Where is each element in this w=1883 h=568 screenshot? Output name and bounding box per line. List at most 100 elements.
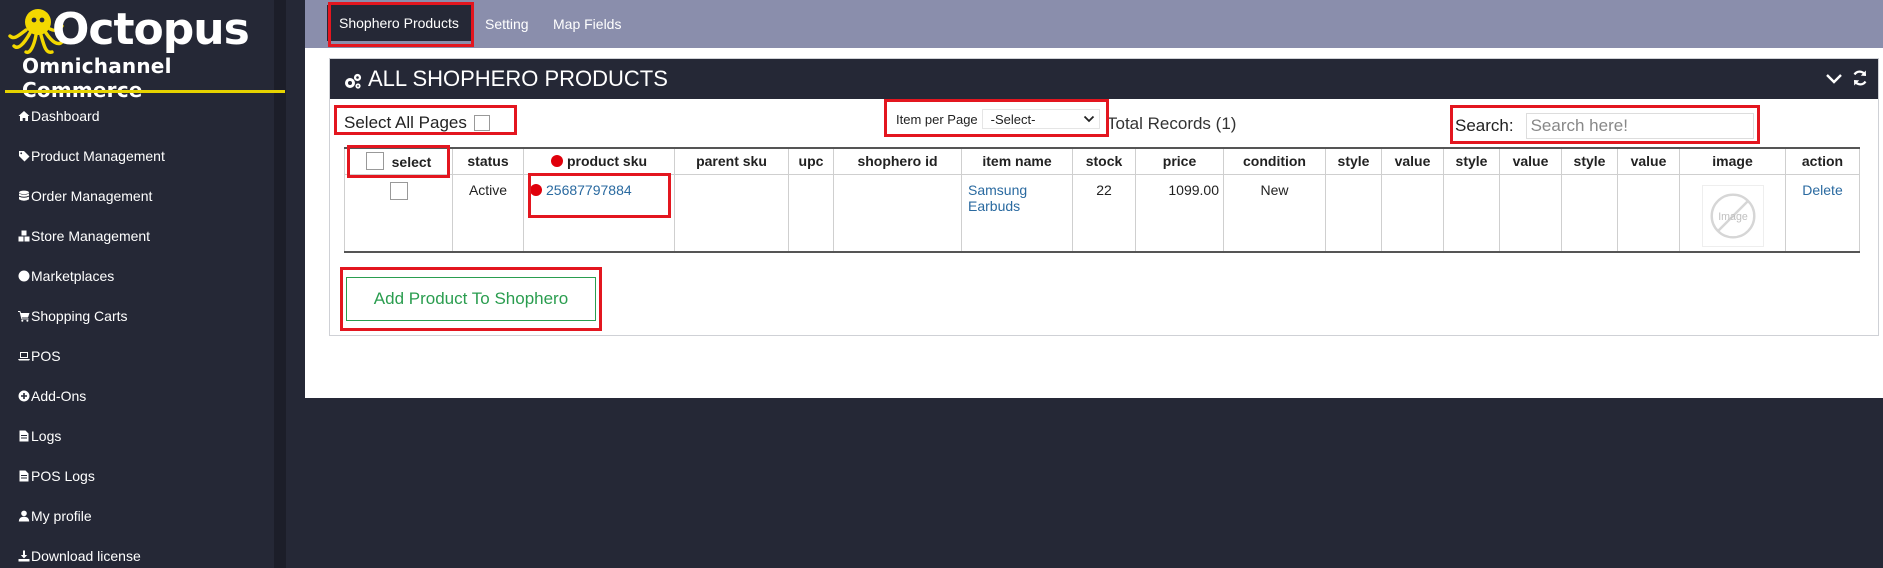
sidebar-item-add-ons[interactable]: Add-Ons xyxy=(0,376,286,416)
sidebar-item-label: Shopping Carts xyxy=(31,308,128,324)
sidebar-item-label: Product Management xyxy=(31,148,165,164)
select-all-pages-checkbox[interactable] xyxy=(473,115,490,131)
gears-icon xyxy=(345,73,362,89)
th-shophero-id[interactable]: shophero id xyxy=(833,147,962,175)
tab-setting[interactable]: Setting xyxy=(485,0,529,48)
sidebar: Octopus Omnichannel Commerce Dashboard P… xyxy=(0,0,286,568)
top-tab-bar: Shophero Products Setting Map Fields xyxy=(305,0,1883,48)
th-style-1: style xyxy=(1325,147,1382,175)
sidebar-item-label: Marketplaces xyxy=(31,268,115,284)
status-dot xyxy=(530,183,542,196)
cell-select xyxy=(344,173,453,253)
product-sku-link[interactable]: 25687797884 xyxy=(546,182,632,198)
sidebar-item-shopping-carts[interactable]: Shopping Carts xyxy=(0,296,286,336)
sidebar-item-label: Logs xyxy=(31,428,62,444)
svg-text:Image: Image xyxy=(1718,210,1748,222)
file-icon xyxy=(19,430,29,442)
delete-link[interactable]: Delete xyxy=(1802,182,1842,198)
cell-style-3 xyxy=(1561,173,1618,253)
products-table: select status product sku parent sku upc… xyxy=(344,147,1860,253)
download-icon xyxy=(18,550,30,562)
globe-icon xyxy=(18,270,30,282)
th-stock[interactable]: stock xyxy=(1072,147,1136,175)
sidebar-item-order-management[interactable]: Order Management xyxy=(0,176,286,216)
cell-action: Delete xyxy=(1785,173,1860,253)
th-image: image xyxy=(1679,147,1786,175)
item-per-page-value: -Select- xyxy=(990,111,1036,127)
tag-icon xyxy=(19,151,30,162)
sidebar-item-download-license[interactable]: Download license xyxy=(0,536,286,568)
select-all-checkbox[interactable] xyxy=(365,152,384,171)
user-icon xyxy=(18,510,30,522)
tab-map-fields[interactable]: Map Fields xyxy=(553,0,621,48)
th-status[interactable]: status xyxy=(452,147,524,175)
chevron-down-icon[interactable] xyxy=(1825,70,1843,86)
cell-stock: 22 xyxy=(1072,173,1136,253)
sidebar-item-label: Download license xyxy=(31,548,141,564)
th-condition[interactable]: condition xyxy=(1223,147,1326,175)
logo-tagline: Omnichannel Commerce xyxy=(22,54,172,102)
sidebar-item-pos[interactable]: POS xyxy=(0,336,286,376)
th-style-3: style xyxy=(1561,147,1618,175)
cell-image: Image xyxy=(1679,173,1786,253)
add-product-button[interactable]: Add Product To Shophero xyxy=(346,277,596,321)
chevron-down-icon xyxy=(1083,115,1094,123)
cubes-icon xyxy=(18,230,30,242)
sidebar-item-label: POS Logs xyxy=(31,468,95,484)
sidebar-item-label: Store Management xyxy=(31,228,151,244)
row-checkbox[interactable] xyxy=(389,181,408,200)
search-input[interactable] xyxy=(1525,113,1754,139)
sidebar-item-product-management[interactable]: Product Management xyxy=(0,136,286,176)
sidebar-item-marketplaces[interactable]: Marketplaces xyxy=(0,256,286,296)
th-parent-sku[interactable]: parent sku xyxy=(674,147,789,175)
cell-upc xyxy=(788,173,834,253)
cell-style-1 xyxy=(1325,173,1382,253)
sidebar-item-dashboard[interactable]: Dashboard xyxy=(0,96,286,136)
table-header-row: select status product sku parent sku upc… xyxy=(344,147,1860,175)
panel-title: ALL SHOPHERO PRODUCTS xyxy=(368,66,668,91)
laptop-icon xyxy=(18,352,30,361)
th-select: select xyxy=(344,147,453,175)
logo[interactable]: Octopus Omnichannel Commerce xyxy=(8,2,286,102)
tab-shophero-products[interactable]: Shophero Products xyxy=(327,5,471,41)
cart-icon xyxy=(18,311,30,322)
search-label: Search: xyxy=(1455,116,1514,135)
refresh-icon[interactable] xyxy=(1851,69,1869,87)
item-name-link[interactable]: Samsung Earbuds xyxy=(968,182,1027,214)
th-price[interactable]: price xyxy=(1135,147,1224,175)
item-per-page-label: Item per Page xyxy=(896,111,978,127)
table-row: Active 25687797884 Samsung Earbuds 22 10… xyxy=(344,173,1860,253)
cell-status: Active xyxy=(452,173,524,253)
sidebar-item-pos-logs[interactable]: POS Logs xyxy=(0,456,286,496)
panel-header: ALL SHOPHERO PRODUCTS xyxy=(330,59,1878,99)
sidebar-item-label: Dashboard xyxy=(31,108,100,124)
total-records: Total Records (1) xyxy=(1107,114,1237,133)
cell-item-name: Samsung Earbuds xyxy=(961,173,1073,253)
file-icon xyxy=(19,470,29,482)
sidebar-item-logs[interactable]: Logs xyxy=(0,416,286,456)
cell-style-2 xyxy=(1443,173,1500,253)
th-style-2: style xyxy=(1443,147,1500,175)
th-upc[interactable]: upc xyxy=(788,147,834,175)
logo-brand: Octopus xyxy=(52,4,250,55)
cell-price: 1099.00 xyxy=(1135,173,1224,253)
sidebar-nav: Dashboard Product Management Order Manag… xyxy=(0,96,286,568)
sidebar-item-label: Add-Ons xyxy=(31,388,87,404)
sidebar-item-store-management[interactable]: Store Management xyxy=(0,216,286,256)
th-product-sku[interactable]: product sku xyxy=(523,147,675,175)
search-box: Search: xyxy=(1455,113,1754,139)
plus-circle-icon xyxy=(18,390,30,402)
th-value-3: value xyxy=(1617,147,1680,175)
home-icon xyxy=(18,111,30,121)
database-icon xyxy=(19,190,29,201)
sidebar-item-label: Order Management xyxy=(31,188,153,204)
logo-divider xyxy=(5,90,285,93)
th-value-1: value xyxy=(1381,147,1444,175)
sort-indicator-dot xyxy=(550,155,563,168)
image-placeholder-icon: Image xyxy=(1701,184,1764,247)
item-per-page-select[interactable]: -Select- xyxy=(981,109,1100,129)
th-value-2: value xyxy=(1499,147,1562,175)
th-item-name[interactable]: item name xyxy=(961,147,1073,175)
sidebar-item-my-profile[interactable]: My profile xyxy=(0,496,286,536)
sidebar-item-label: POS xyxy=(31,348,61,364)
